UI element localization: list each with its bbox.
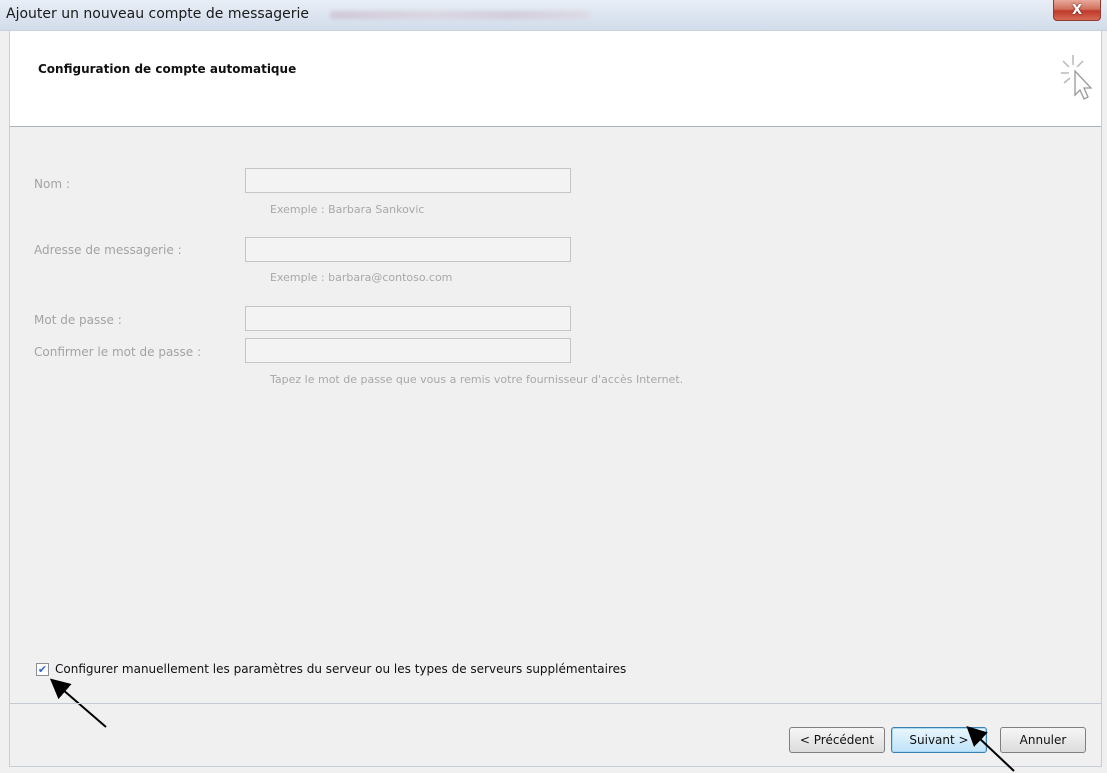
add-account-dialog: Ajouter un nouveau compte de messagerie … (0, 0, 1107, 773)
close-icon: X (1071, 2, 1083, 18)
close-button[interactable]: X (1053, 0, 1101, 21)
back-button[interactable]: < Précédent (789, 727, 885, 753)
page-title: Configuration de compte automatique (38, 62, 297, 76)
email-input[interactable] (245, 237, 571, 262)
email-hint: Exemple : barbara@contoso.com (270, 271, 453, 284)
confirm-password-input[interactable] (245, 338, 571, 363)
title-bar[interactable]: Ajouter un nouveau compte de messagerie … (0, 0, 1107, 31)
manual-config-label[interactable]: Configurer manuellement les paramètres d… (55, 662, 626, 676)
confirm-password-label: Confirmer le mot de passe : (34, 345, 202, 359)
manual-config-checkbox[interactable]: ✔ (36, 662, 49, 676)
wizard-header: Configuration de compte automatique (10, 31, 1101, 127)
name-label: Nom : (34, 177, 70, 191)
window-title: Ajouter un nouveau compte de messagerie (6, 6, 309, 22)
manual-config-row[interactable]: ✔ Configurer manuellement les paramètres… (36, 662, 626, 676)
password-input[interactable] (245, 306, 571, 331)
email-label: Adresse de messagerie : (34, 243, 182, 257)
blurred-text (330, 11, 590, 19)
annotation-arrow-icon (49, 678, 107, 728)
annotation-arrow-icon (966, 726, 1015, 772)
password-label: Mot de passe : (34, 313, 122, 327)
checkmark-icon: ✔ (37, 662, 48, 676)
name-input[interactable] (245, 168, 571, 193)
password-hint: Tapez le mot de passe que vous a remis v… (270, 373, 684, 386)
footer-divider (10, 703, 1101, 704)
wizard-cursor-icon (1061, 55, 1093, 100)
dialog-frame (9, 30, 1102, 767)
name-hint: Exemple : Barbara Sankovic (270, 203, 425, 216)
